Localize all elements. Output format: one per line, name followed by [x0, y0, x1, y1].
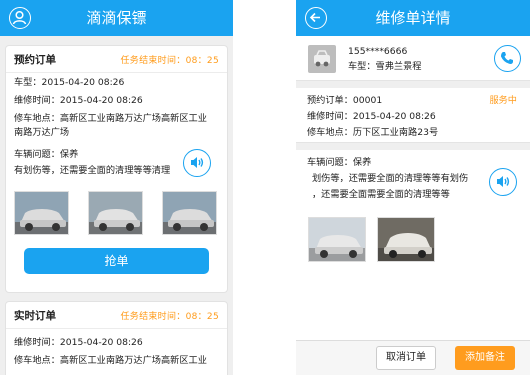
order-detail-screen: 维修单详情 155****6666 车型：雪弗兰景程 预约订单：00001 服务… [296, 0, 530, 375]
order-info: 预约订单：00001 服务中 维修时间：2015-04-20 08:26 修车地… [296, 88, 530, 143]
task-end-time: 任务结束时间：08：25 [120, 56, 219, 66]
order-number: 预约订单：00001 [307, 95, 383, 106]
page-title: 维修单详情 [375, 9, 451, 27]
grab-order-button[interactable]: 抢单 [24, 248, 209, 274]
customer-info: 155****6666 车型：雪弗兰景程 [296, 36, 530, 81]
add-note-button[interactable]: 添加备注 [455, 346, 515, 370]
top-bar: 滴滴保镖 [0, 0, 233, 36]
task-end-time: 任务结束时间：08：25 [120, 312, 219, 322]
repair-location: 修车地点：历下区工业南路23号 [307, 127, 439, 138]
issue-description-line-2: ，还需要全面需要全面的清理等等 [312, 189, 450, 200]
speaker-icon [497, 176, 510, 187]
orders-screen: 滴滴保镖 预约订单 任务结束时间：08：25 车型：2015-04-20 08:… [0, 0, 233, 375]
car-model: 车型：雪弗兰景程 [348, 61, 422, 72]
speaker-icon [191, 157, 204, 168]
order-card-header: 预约订单 任务结束时间：08：25 [6, 46, 227, 73]
call-button[interactable] [494, 45, 521, 72]
top-bar: 维修单详情 [296, 0, 530, 36]
car-photo-1[interactable] [308, 217, 366, 262]
issue-description: 有划伤等，还需要全面的清理等等清理 [14, 165, 171, 176]
cancel-order-button[interactable]: 取消订单 [376, 346, 436, 370]
action-bar: 取消订单 添加备注 [296, 340, 530, 375]
play-voice-button[interactable] [183, 149, 211, 177]
issue-description-line-1: 划伤等，还需要全面的清理等等有划伤 [312, 173, 469, 184]
order-card-appointment: 预约订单 任务结束时间：08：25 车型：2015-04-20 08:26 维修… [5, 45, 228, 293]
repair-time: 维修时间：2015-04-20 08:26 [307, 111, 436, 122]
car-photo-1[interactable] [14, 191, 69, 235]
repair-time: 维修时间：2015-04-20 08:26 [14, 95, 143, 106]
car-photo-3[interactable] [162, 191, 217, 235]
customer-phone: 155****6666 [348, 46, 408, 57]
car-model: 车型：2015-04-20 08:26 [14, 77, 125, 88]
car-photo-2[interactable] [88, 191, 143, 235]
app-title: 滴滴保镖 [86, 9, 147, 27]
repair-location: 修车地点：高新区工业南路万达广场高新区工业 [14, 355, 207, 366]
repair-location: 修车地点：高新区工业南路万达广场高新区工业南路万达广场 [14, 113, 207, 138]
issue-panel: 车辆问题：保养 划伤等，还需要全面的清理等等有划伤 ，还需要全面需要全面的清理等… [296, 150, 530, 340]
play-voice-button[interactable] [489, 168, 517, 196]
order-type: 预约订单 [14, 54, 56, 66]
status-badge: 服务中 [489, 95, 517, 106]
order-card-header: 实时订单 任务结束时间：08：25 [6, 302, 227, 329]
vehicle-issue: 车辆问题：保养 [307, 157, 372, 168]
car-avatar-icon [308, 45, 336, 73]
car-photo-2[interactable] [377, 217, 435, 262]
vehicle-issue: 车辆问题：保养 [14, 149, 79, 160]
repair-time: 维修时间：2015-04-20 08:26 [14, 337, 143, 348]
phone-icon [501, 52, 513, 64]
order-type: 实时订单 [14, 310, 56, 322]
order-card-realtime: 实时订单 任务结束时间：08：25 维修时间：2015-04-20 08:26 … [5, 301, 228, 375]
